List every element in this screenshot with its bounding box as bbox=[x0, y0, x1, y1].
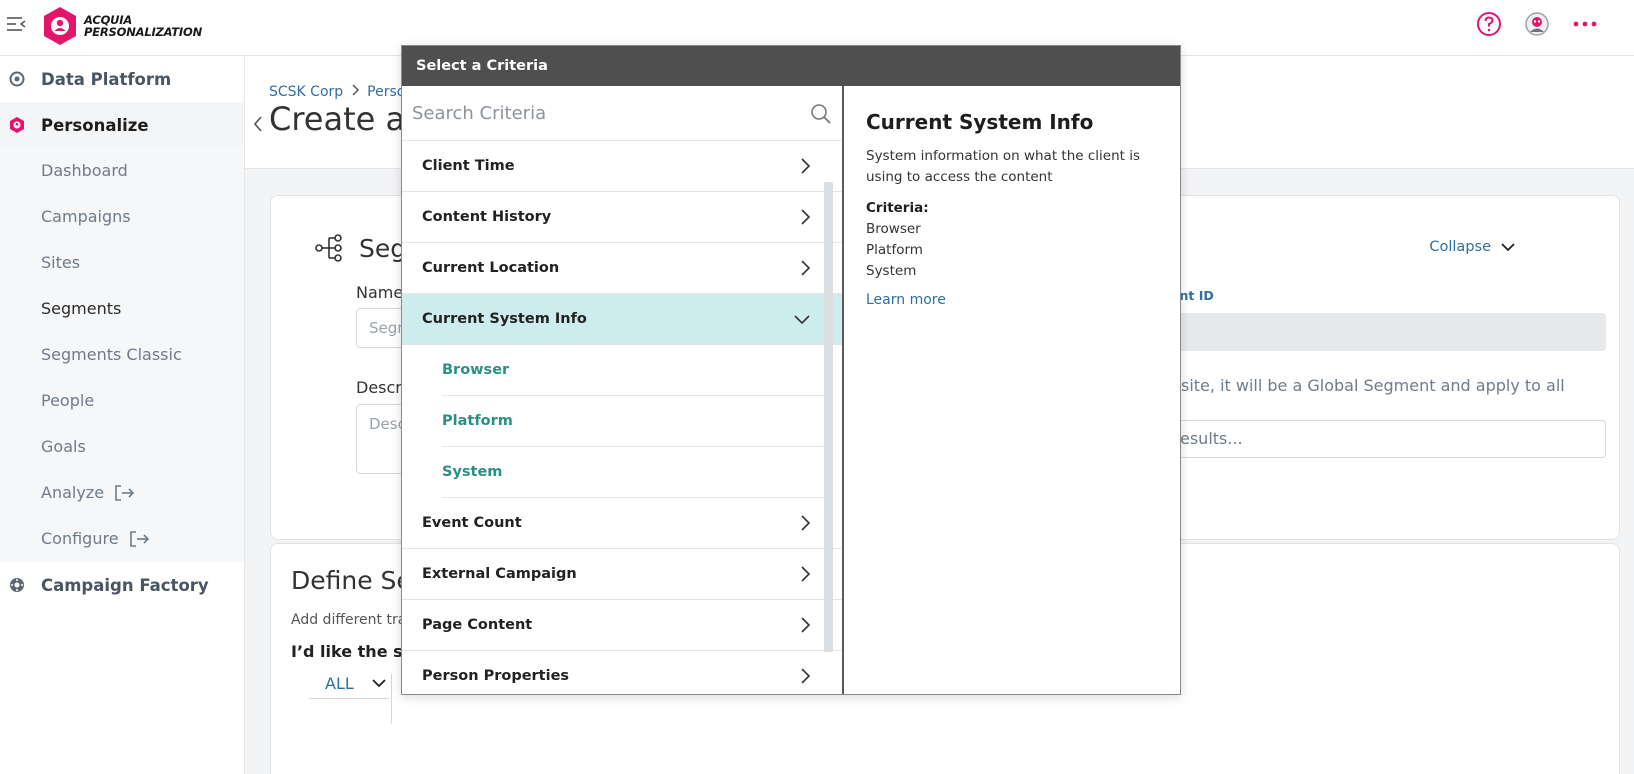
chevron-right-icon bbox=[801, 566, 810, 582]
sidebar-item-segments-classic[interactable]: Segments Classic bbox=[0, 332, 244, 378]
chevron-right-icon bbox=[351, 84, 360, 100]
chevron-down-icon bbox=[372, 679, 386, 688]
sidebar-item-people[interactable]: People bbox=[0, 378, 244, 424]
campaign-factory-icon bbox=[8, 576, 26, 594]
page-title: Create a bbox=[269, 100, 406, 138]
detail-title: Current System Info bbox=[866, 110, 1094, 134]
nav-group-campaign-factory[interactable]: Campaign Factory bbox=[0, 562, 244, 608]
breadcrumb-item-scsk[interactable]: SCSK Corp bbox=[269, 84, 343, 100]
sidebar-item-segments[interactable]: Segments bbox=[0, 286, 244, 332]
criteria-subitem-system[interactable]: System bbox=[442, 447, 826, 498]
chevron-right-icon bbox=[801, 668, 810, 684]
sidebar-item-label: Analyze bbox=[41, 483, 105, 502]
criteria-subitem-browser[interactable]: Browser bbox=[442, 345, 826, 396]
match-all-value: ALL bbox=[325, 674, 354, 693]
personalize-icon bbox=[8, 116, 26, 134]
data-platform-icon bbox=[8, 70, 26, 88]
criteria-list-pane: Client Time Content History Current Loca… bbox=[402, 86, 844, 694]
more-dots-icon[interactable] bbox=[1572, 11, 1598, 37]
description-label: Descri bbox=[356, 378, 407, 397]
collapse-label: Collapse bbox=[1429, 239, 1491, 255]
criteria-row-current-location[interactable]: Current Location bbox=[402, 243, 842, 294]
chevron-down-icon bbox=[1501, 242, 1515, 251]
select-criteria-modal: Select a Criteria Client Time Content Hi… bbox=[401, 45, 1181, 695]
criteria-label: Client Time bbox=[422, 158, 515, 174]
criteria-row-page-content[interactable]: Page Content bbox=[402, 600, 842, 651]
acquia-logo-mark-icon bbox=[44, 7, 76, 45]
nav-group-label: Data Platform bbox=[41, 69, 172, 89]
define-subtitle: Add different tra bbox=[291, 612, 407, 628]
segment-id-field bbox=[1161, 313, 1606, 351]
detail-criteria-item: Platform bbox=[866, 242, 923, 258]
nav-group-data-platform[interactable]: Data Platform bbox=[0, 56, 244, 102]
chevron-right-icon bbox=[801, 515, 810, 531]
criteria-label: Person Properties bbox=[422, 668, 570, 684]
help-icon[interactable] bbox=[1476, 11, 1502, 37]
detail-criteria-item: Browser bbox=[866, 221, 921, 237]
criteria-label: Event Count bbox=[422, 515, 522, 531]
criteria-row-person-properties[interactable]: Person Properties bbox=[402, 651, 842, 694]
criteria-label: External Campaign bbox=[422, 566, 577, 582]
collapse-button[interactable]: Collapse bbox=[1429, 239, 1515, 255]
logo-text: ACQUIA PERSONALIZATION bbox=[84, 14, 202, 38]
criteria-detail-pane: Current System Info System information o… bbox=[846, 86, 1180, 694]
external-link-icon bbox=[129, 531, 149, 547]
search-icon[interactable] bbox=[810, 103, 832, 129]
breadcrumb: SCSK Corp Perso bbox=[269, 84, 405, 100]
criteria-row-event-count[interactable]: Event Count bbox=[402, 498, 842, 549]
nav-group-label: Campaign Factory bbox=[41, 575, 209, 595]
criteria-label: Page Content bbox=[422, 617, 533, 633]
sidebar-item-analyze[interactable]: Analyze bbox=[0, 470, 244, 516]
sidebar-item-dashboard[interactable]: Dashboard bbox=[0, 148, 244, 194]
back-chevron-icon[interactable] bbox=[253, 114, 263, 139]
site-search-input[interactable]: esults... bbox=[1161, 420, 1606, 458]
nav-group-label: Personalize bbox=[41, 115, 149, 135]
criteria-subitem-platform[interactable]: Platform bbox=[442, 396, 826, 447]
segment-section-title: Seg bbox=[359, 234, 407, 263]
sidebar: Data Platform Personalize Dashboard Camp… bbox=[0, 56, 245, 774]
criteria-row-external-campaign[interactable]: External Campaign bbox=[402, 549, 842, 600]
criteria-label: Content History bbox=[422, 209, 552, 225]
top-actions bbox=[1476, 11, 1598, 37]
name-label: Name bbox=[356, 283, 404, 302]
sidebar-item-configure[interactable]: Configure bbox=[0, 516, 244, 562]
divider bbox=[391, 674, 392, 724]
site-note: site, it will be a Global Segment and ap… bbox=[1181, 376, 1565, 395]
sidebar-item-label: Configure bbox=[41, 529, 119, 548]
sidebar-item-campaigns[interactable]: Campaigns bbox=[0, 194, 244, 240]
modal-title: Select a Criteria bbox=[402, 46, 1180, 86]
breadcrumb-item-perso[interactable]: Perso bbox=[367, 84, 405, 100]
criteria-label: Current Location bbox=[422, 260, 560, 276]
criteria-row-client-time[interactable]: Client Time bbox=[402, 141, 842, 192]
logo-line-2: PERSONALIZATION bbox=[84, 25, 202, 39]
chevron-right-icon bbox=[801, 209, 810, 225]
detail-description: System information on what the client is… bbox=[866, 148, 1141, 185]
learn-more-link[interactable]: Learn more bbox=[866, 292, 946, 308]
detail-criteria-item: System bbox=[866, 263, 917, 279]
chevron-right-icon bbox=[801, 158, 810, 174]
chevron-right-icon bbox=[801, 260, 810, 276]
sidebar-item-goals[interactable]: Goals bbox=[0, 424, 244, 470]
define-title: Define Se bbox=[291, 566, 412, 595]
segment-tree-icon bbox=[315, 234, 343, 266]
search-input[interactable] bbox=[412, 102, 792, 124]
menu-collapse-icon[interactable] bbox=[6, 15, 28, 35]
sidebar-item-sites[interactable]: Sites bbox=[0, 240, 244, 286]
nav-group-personalize[interactable]: Personalize bbox=[0, 102, 244, 148]
acquia-logo[interactable]: ACQUIA PERSONALIZATION bbox=[42, 6, 202, 46]
like-label: I’d like the se bbox=[291, 642, 414, 661]
criteria-row-content-history[interactable]: Content History bbox=[402, 192, 842, 243]
criteria-list: Client Time Content History Current Loca… bbox=[402, 141, 842, 694]
criteria-search bbox=[402, 86, 842, 141]
criteria-label: Current System Info bbox=[422, 311, 587, 327]
personalize-submenu: Dashboard Campaigns Sites Segments Segme… bbox=[0, 148, 244, 562]
user-avatar-icon[interactable] bbox=[1524, 11, 1550, 37]
match-all-dropdown[interactable]: ALL bbox=[309, 669, 389, 699]
external-link-icon bbox=[115, 485, 135, 501]
chevron-right-icon bbox=[801, 617, 810, 633]
chevron-down-icon bbox=[794, 314, 810, 324]
criteria-row-current-system-info[interactable]: Current System Info bbox=[402, 294, 842, 345]
criteria-scrollbar[interactable] bbox=[824, 182, 833, 652]
detail-criteria-label: Criteria: bbox=[866, 200, 929, 216]
